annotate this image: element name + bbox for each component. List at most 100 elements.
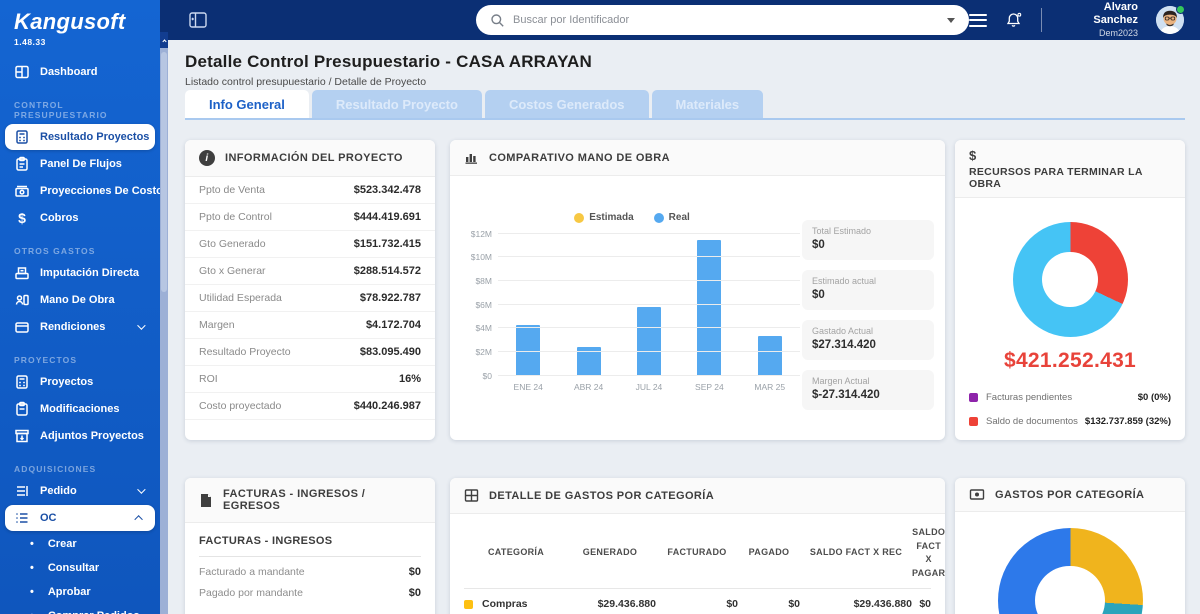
topbar-divider: [1041, 8, 1042, 32]
dollar-icon: $: [969, 148, 1171, 163]
tab-resultado-proyecto[interactable]: Resultado Proyecto: [312, 90, 482, 118]
legend-value: $0 (0%): [1138, 392, 1171, 403]
info-label: Ppto de Venta: [199, 184, 265, 196]
user-block[interactable]: Alvaro Sanchez Dem2023: [1059, 1, 1138, 40]
sidebar-item-dashboard[interactable]: Dashboard: [5, 59, 155, 85]
x-tick: ENE 24: [498, 382, 558, 392]
stat-estimado-actual: Estimado actual $0: [802, 270, 934, 310]
bar-slot: [558, 234, 618, 376]
info-label: Ppto de Control: [199, 211, 272, 223]
stat-value: $0: [812, 239, 924, 251]
calculator-icon: [13, 129, 31, 145]
scrollbar-thumb[interactable]: [161, 52, 167, 292]
sidebar-toggle-button[interactable]: [188, 11, 208, 29]
legend-label: Saldo de documentos: [986, 416, 1085, 427]
info-value: $83.095.490: [360, 346, 421, 358]
col-header: GENERADO: [564, 546, 656, 560]
info-row: Costo proyectado$440.246.987: [185, 393, 435, 420]
invoice-row: Pagado por mandante $0: [185, 578, 435, 599]
bar-mar-25: [758, 336, 782, 376]
x-tick: ABR 24: [558, 382, 618, 392]
sidebar-item-proyectos[interactable]: Proyectos: [5, 369, 155, 395]
sidebar-item-rendiciones[interactable]: Rendiciones: [5, 314, 155, 340]
gridline: [498, 304, 800, 305]
sidebar-section-proyectos: PROYECTOS: [14, 355, 160, 365]
subitem-label: Comprar Pedidos: [48, 610, 140, 614]
sidebar-subitem-comprar-pedidos[interactable]: Comprar Pedidos: [0, 604, 160, 614]
legend-value: $288.514.572 (68%): [1085, 440, 1171, 441]
labor-bar-chart: EstimadaReal $0$2M$4M$6M$8M$10M$12M ENE …: [464, 212, 800, 392]
sidebar-subitem-aprobar[interactable]: Aprobar: [0, 580, 160, 604]
invoice-value: $0: [409, 587, 421, 599]
category-donut-panel: GASTOS POR CATEGORÍA: [955, 478, 1185, 614]
sidebar-item-adjuntos-proyectos[interactable]: Adjuntos Proyectos: [5, 423, 155, 449]
notifications-bell-icon[interactable]: [1005, 11, 1023, 29]
legend-value: $132.737.859 (32%): [1085, 416, 1171, 427]
table-header-row: CATEGORÍA GENERADO FACTURADO PAGADO SALD…: [464, 518, 931, 589]
clipboard-icon: [13, 156, 31, 172]
y-tick: $8M: [475, 276, 492, 286]
sidebar-item-label: Dashboard: [40, 66, 97, 78]
table-row: Compras $29.436.880 $0 $0 $29.436.880 $0: [464, 589, 931, 614]
bar-chart-icon: [464, 150, 479, 165]
sidebar-subitem-consultar[interactable]: Consultar: [0, 556, 160, 580]
sidebar: Kangusoft 1.48.33 Dashboard CONTROL PRES…: [0, 0, 160, 614]
calculator-icon: [13, 374, 31, 390]
resources-legend: Facturas pendientes $0 (0%) Saldo de doc…: [969, 385, 1171, 440]
search-input[interactable]: [513, 14, 947, 26]
app-window: Kangusoft 1.48.33 Dashboard CONTROL PRES…: [0, 0, 1200, 614]
table-icon: [464, 488, 479, 503]
sidebar-item-oc[interactable]: OC: [5, 505, 155, 531]
sidebar-scrollbar[interactable]: [160, 0, 168, 614]
stat-label: Margen Actual: [812, 376, 924, 386]
sidebar-item-pedido[interactable]: Pedido: [5, 478, 155, 504]
gridline: [498, 280, 800, 281]
cell-facturado: $0: [656, 598, 738, 610]
tab-costos-generados[interactable]: Costos Generados: [485, 90, 649, 118]
search-dropdown-caret[interactable]: [947, 18, 955, 23]
sidebar-item-proyecciones-de-costos[interactable]: Proyecciones De Costos: [5, 178, 155, 204]
legend-row: Saldo de documentos $132.737.859 (32%): [969, 409, 1171, 433]
search-bar[interactable]: [476, 5, 969, 35]
y-tick: $6M: [475, 300, 492, 310]
sidebar-item-panel-de-flujos[interactable]: Panel De Flujos: [5, 151, 155, 177]
tab-info-general[interactable]: Info General: [185, 90, 309, 118]
sidebar-item-label: Adjuntos Proyectos: [40, 430, 144, 442]
sidebar-item-modificaciones[interactable]: Modificaciones: [5, 396, 155, 422]
category-donut: [998, 528, 1143, 614]
banknotes-icon: [13, 183, 31, 199]
user-avatar[interactable]: [1156, 6, 1184, 34]
info-row: Gto Generado$151.732.415: [185, 231, 435, 258]
gridline: [498, 256, 800, 257]
bar-slot: [740, 234, 800, 376]
chevron-up-icon: [162, 39, 166, 43]
online-status-dot: [1176, 5, 1185, 14]
menu-icon[interactable]: [969, 14, 987, 27]
archive-icon: [13, 428, 31, 444]
banknote-icon: [969, 488, 985, 501]
tab-materiales[interactable]: Materiales: [652, 90, 764, 118]
bar-slot: [679, 234, 739, 376]
order-list-icon: [13, 483, 31, 499]
stat-value: $0: [812, 289, 924, 301]
sidebar-item-resultado-proyectos[interactable]: Resultado Proyectos: [5, 124, 155, 150]
resources-donut: [1013, 222, 1128, 337]
panel-header: COMPARATIVO MANO DE OBRA: [450, 140, 945, 176]
sidebar-item-label: Resultado Proyectos: [40, 131, 149, 143]
sidebar-item-label: Proyecciones De Costos: [40, 185, 160, 197]
y-tick: $12M: [471, 229, 492, 239]
sidebar-item-label: Modificaciones: [40, 403, 119, 415]
logo-block: Kangusoft 1.48.33: [0, 0, 160, 49]
sidebar-item-mano-de-obra[interactable]: Mano De Obra: [5, 287, 155, 313]
col-header: FACTURADO: [656, 546, 738, 560]
sidebar-subitem-crear[interactable]: Crear: [0, 532, 160, 556]
scroll-up-button[interactable]: [160, 32, 168, 48]
sidebar-item-imputacion-directa[interactable]: Imputación Directa: [5, 260, 155, 286]
sidebar-item-cobros[interactable]: $ Cobros: [5, 205, 155, 231]
category-swatch: [464, 600, 473, 609]
clipboard-icon: [13, 401, 31, 417]
stat-label: Estimado actual: [812, 276, 924, 286]
sidebar-item-label: Rendiciones: [40, 321, 105, 333]
invoice-row: Facturado a mandante $0: [185, 557, 435, 578]
info-row: Margen$4.172.704: [185, 312, 435, 339]
